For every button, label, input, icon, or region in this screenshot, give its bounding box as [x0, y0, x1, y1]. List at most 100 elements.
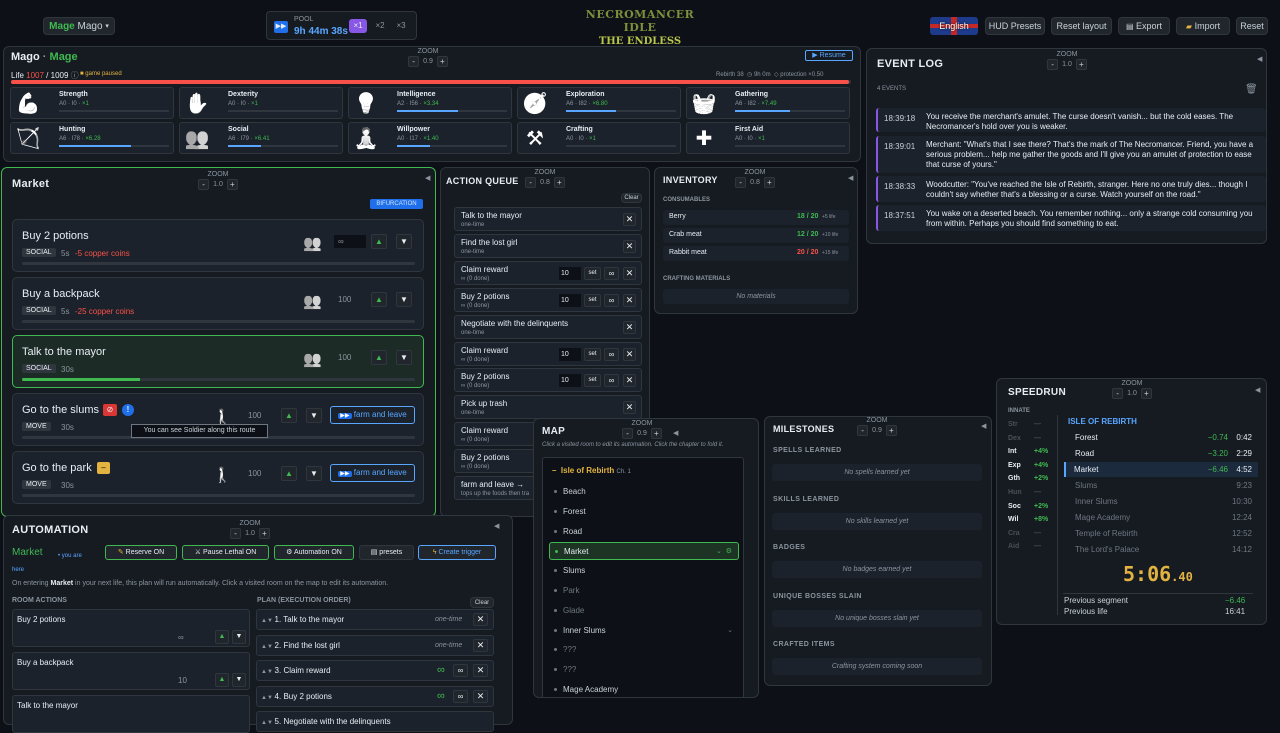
queue-remove-button[interactable]: ✕	[623, 293, 636, 307]
zoom-in-button[interactable]: +	[763, 177, 775, 188]
queue-set-button[interactable]: set	[584, 374, 601, 388]
collapse-icon[interactable]: ◀	[1257, 55, 1262, 63]
presets-button[interactable]: ▤ presets	[359, 545, 414, 560]
infinite-toggle[interactable]: ∞	[453, 664, 468, 677]
zoom-in-button[interactable]: +	[258, 528, 270, 539]
queue-remove-button[interactable]: ✕	[623, 213, 636, 226]
queue-item[interactable]: Find the lost girl one-time ✕	[454, 233, 642, 258]
move-up-button[interactable]: ▲	[371, 234, 387, 249]
queue-count-input[interactable]: 10	[559, 293, 581, 307]
move-down-button[interactable]: ▼	[306, 466, 322, 481]
zoom-out-button[interactable]: -	[622, 428, 634, 439]
drag-handle-icon[interactable]: ▲▼	[261, 644, 275, 650]
queue-infinite-button[interactable]: ∞	[604, 266, 619, 280]
inventory-item[interactable]: Rabbit meat 20 / 20 +15 life	[663, 246, 849, 261]
queue-item[interactable]: Buy 2 potions ∞ (0 done) 10 set ∞ ✕	[454, 368, 642, 393]
queue-set-button[interactable]: set	[584, 266, 601, 280]
room-action-count[interactable]: 10	[176, 674, 212, 687]
map-room[interactable]: Park	[549, 582, 739, 600]
map-room[interactable]: Beach	[549, 483, 739, 501]
queue-remove-button[interactable]: ✕	[623, 320, 636, 334]
queue-infinite-button[interactable]: ∞	[604, 347, 619, 361]
plan-remove-button[interactable]: ✕	[473, 689, 488, 703]
zoom-out-button[interactable]: -	[408, 56, 420, 67]
collapse-icon[interactable]: ◀	[673, 429, 678, 437]
queue-item[interactable]: Pick up trash one-time ✕	[454, 395, 642, 420]
market-action[interactable]: Talk to the mayor SOCIAL 30s 👥 100 ▲ ▼	[12, 335, 424, 388]
drag-handle-icon[interactable]: ▲▼	[261, 695, 275, 701]
move-down-button[interactable]: ▼	[306, 408, 322, 423]
zoom-in-button[interactable]: +	[1075, 59, 1087, 70]
reset-layout-button[interactable]: Reset layout	[1051, 17, 1112, 35]
chapter-isle-of-rebirth[interactable]: – Isle of Rebirth Ch. 1	[552, 466, 631, 475]
collapse-icon[interactable]: ◀	[848, 174, 853, 182]
move-up-button[interactable]: ▲	[281, 466, 297, 481]
move-down-button[interactable]: ▼	[232, 673, 246, 687]
collapse-icon[interactable]: ◀	[494, 522, 499, 530]
queue-remove-button[interactable]: ✕	[623, 239, 636, 253]
zoom-in-button[interactable]: +	[650, 428, 662, 439]
inventory-item[interactable]: Crab meat 12 / 20 +10 life	[663, 228, 849, 243]
zoom-out-button[interactable]: -	[735, 177, 747, 188]
map-room[interactable]: Forest	[549, 503, 739, 521]
queue-remove-button[interactable]: ✕	[623, 266, 636, 280]
move-down-button[interactable]: ▼	[232, 630, 246, 644]
plan-clear-button[interactable]: Clear	[470, 597, 494, 608]
character-selector[interactable]: Mage Mago ▾	[43, 17, 115, 35]
move-up-button[interactable]: ▲	[371, 292, 387, 307]
queue-remove-button[interactable]: ✕	[623, 347, 636, 361]
zoom-in-button[interactable]: +	[553, 177, 565, 188]
map-room[interactable]: Road	[549, 523, 739, 541]
repeat-count-input[interactable]: ∞	[334, 235, 366, 248]
resume-button[interactable]: ▶ Resume	[805, 50, 853, 61]
move-up-button[interactable]: ▲	[371, 350, 387, 365]
move-down-button[interactable]: ▼	[396, 350, 412, 365]
room-action[interactable]: Buy 2 potions ∞ ▲ ▼	[12, 609, 250, 647]
market-action[interactable]: Go to the park – MOVE 30s 🚶 100 ▲ ▼ ▶▶ farm and …	[12, 451, 424, 504]
move-up-button[interactable]: ▲	[215, 673, 229, 687]
queue-count-input[interactable]: 10	[559, 266, 581, 280]
trash-icon[interactable]: 🗑	[1245, 84, 1258, 95]
plan-item[interactable]: ▲▼ 1. Talk to the mayor one-time ✕	[256, 609, 494, 630]
import-button[interactable]: ▰ Import	[1176, 17, 1230, 35]
zoom-out-button[interactable]: -	[1112, 388, 1124, 399]
repeat-count-input[interactable]: 100	[244, 467, 276, 480]
queue-item[interactable]: Negotiate with the delinquents one-time ✕	[454, 314, 642, 339]
inventory-item[interactable]: Berry 18 / 20 +5 life	[663, 210, 849, 225]
collapse-icon[interactable]: ◀	[425, 174, 430, 182]
plan-item[interactable]: ▲▼ 3. Claim reward ∞ ∞ ✕	[256, 660, 494, 681]
plan-remove-button[interactable]: ✕	[473, 664, 488, 677]
map-room[interactable]: Mage Academy	[549, 681, 739, 699]
move-up-button[interactable]: ▲	[281, 408, 297, 423]
zoom-out-button[interactable]: -	[1047, 59, 1059, 70]
room-action[interactable]: Buy a backpack 10 ▲ ▼	[12, 652, 250, 690]
plan-remove-button[interactable]: ✕	[473, 638, 488, 652]
room-action[interactable]: Talk to the mayor	[12, 695, 250, 733]
create-trigger-button[interactable]: ϟ Create trigger	[418, 545, 496, 560]
map-room[interactable]: Inner Slums ⌄	[549, 622, 739, 640]
map-room[interactable]: Market ⌄ ⚙	[549, 542, 739, 561]
drag-handle-icon[interactable]: ▲▼	[261, 618, 275, 624]
farm-and-leave-button[interactable]: ▶▶ farm and leave	[330, 406, 415, 424]
plan-remove-button[interactable]: ✕	[473, 613, 488, 626]
infinite-toggle[interactable]: ∞	[453, 689, 468, 703]
queue-item[interactable]: Buy 2 potions ∞ (0 done) 10 set ∞ ✕	[454, 287, 642, 312]
speed-x2-button[interactable]: ×2	[371, 19, 389, 33]
zoom-in-button[interactable]: +	[226, 179, 238, 190]
zoom-out-button[interactable]: -	[230, 528, 242, 539]
queue-set-button[interactable]: set	[584, 347, 601, 361]
queue-item[interactable]: Talk to the mayor one-time ✕	[454, 207, 642, 231]
zoom-out-button[interactable]: -	[525, 177, 537, 188]
queue-count-input[interactable]: 10	[559, 347, 581, 361]
queue-clear-button[interactable]: Clear	[621, 193, 642, 203]
market-action[interactable]: Go to the slums ⊘! MOVE 30s 🚶 100 ▲ ▼ ▶▶ farm an…	[12, 393, 424, 446]
move-down-button[interactable]: ▼	[396, 292, 412, 307]
market-action[interactable]: Buy 2 potions SOCIAL 5s -5 copper coins 👥 ∞ ▲ ▼	[12, 219, 424, 272]
queue-count-input[interactable]: 10	[559, 374, 581, 388]
queue-remove-button[interactable]: ✕	[623, 374, 636, 388]
collapse-icon[interactable]: ◀	[981, 422, 986, 430]
queue-infinite-button[interactable]: ∞	[604, 293, 619, 307]
queue-remove-button[interactable]: ✕	[623, 401, 636, 415]
export-button[interactable]: ▤ Export	[1118, 17, 1170, 35]
reset-button[interactable]: Reset	[1236, 17, 1268, 35]
